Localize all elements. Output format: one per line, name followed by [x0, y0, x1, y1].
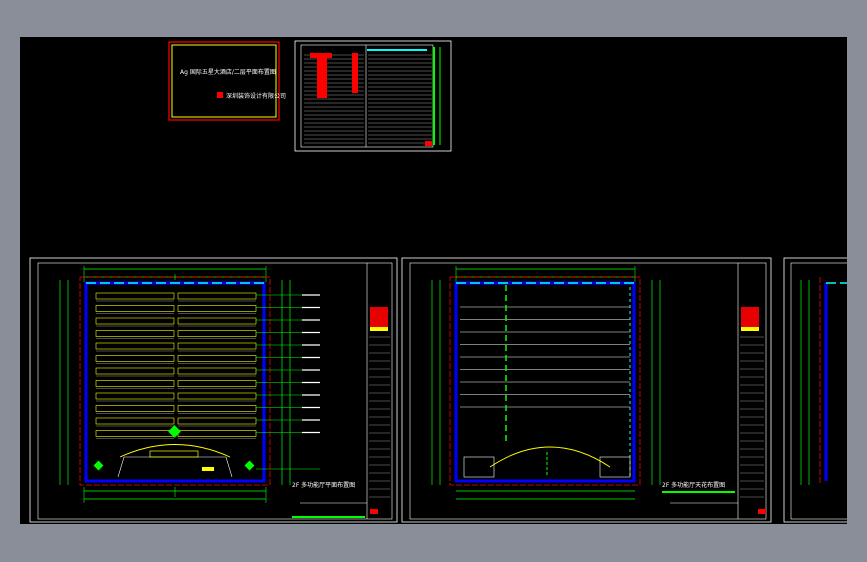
- title-block-lines: [369, 336, 390, 498]
- firm-logo-icon: [370, 307, 388, 327]
- sheet-partial-right[interactable]: [783, 257, 847, 523]
- sheet-ceiling-plan[interactable]: 2F 多功能厅天花布置图: [401, 257, 772, 523]
- cover-project-title: Ag 国际五星大酒店/二层平面布置图: [180, 68, 276, 76]
- cad-drawing-canvas[interactable]: Ag 国际五星大酒店/二层平面布置图 深圳装饰设计有限公司 2F 多功能厅平面布…: [20, 37, 847, 524]
- cover-sheet[interactable]: Ag 国际五星大酒店/二层平面布置图 深圳装饰设计有限公司: [168, 41, 286, 121]
- company-logo-icon: [217, 92, 223, 98]
- drawing-list-sheet[interactable]: [294, 40, 452, 152]
- sheet1-plan-title: 2F 多功能厅平面布置图: [292, 481, 355, 489]
- firm-logo-icon-2: [741, 307, 759, 327]
- title-block-lines-2: [740, 336, 764, 498]
- drawing-svg: Ag 国际五星大酒店/二层平面布置图 深圳装饰设计有限公司 2F 多功能厅平面布…: [29, 40, 847, 523]
- seating-rows: [95, 292, 257, 439]
- sheet-floor-plan[interactable]: 2F 多功能厅平面布置图: [29, 257, 398, 523]
- sheet2-plan-title: 2F 多功能厅天花布置图: [662, 481, 725, 489]
- ceiling-lines: [460, 306, 630, 408]
- cover-company-name: 深圳装饰设计有限公司: [226, 92, 286, 100]
- diamond-marker-icon: [168, 425, 181, 438]
- annotation-leaders: [256, 294, 320, 470]
